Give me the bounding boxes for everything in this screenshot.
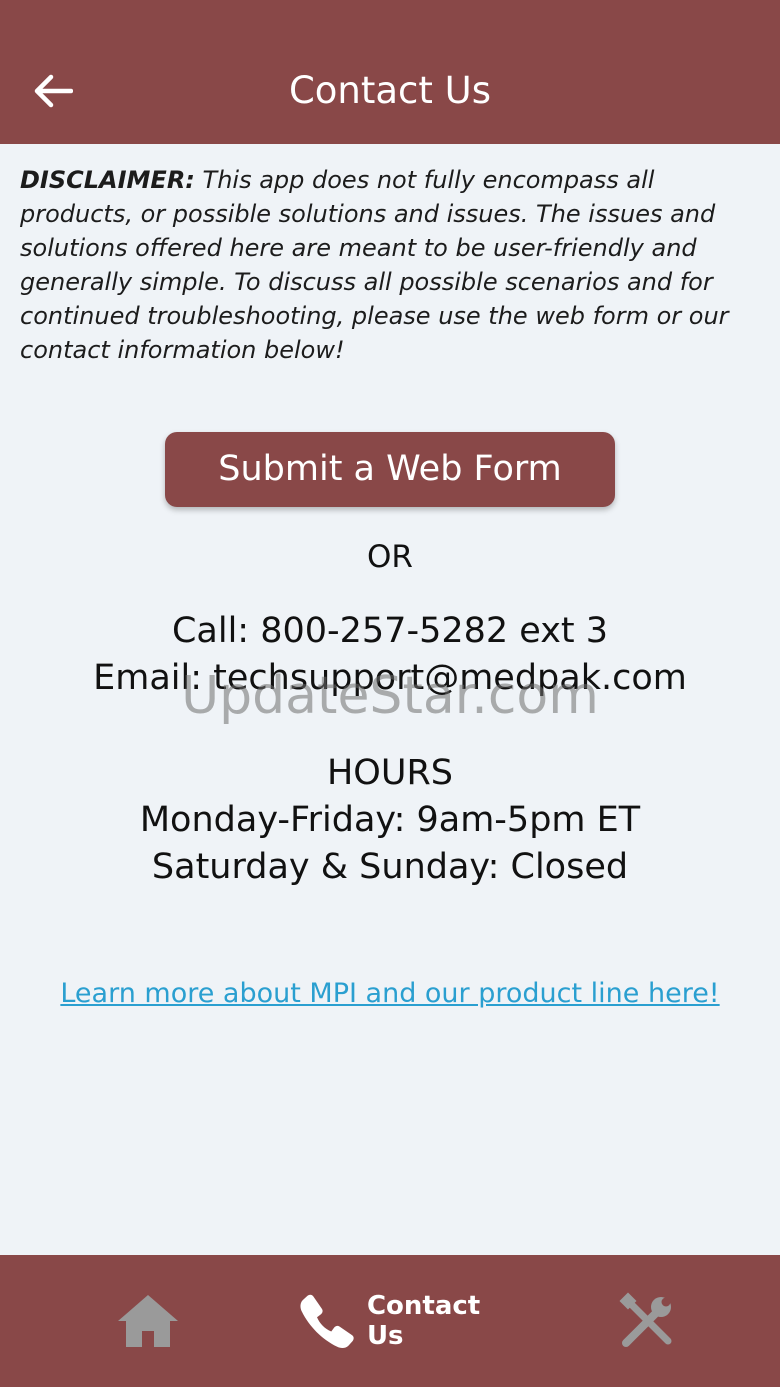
disclaimer-label: DISCLAIMER:: [20, 166, 195, 194]
or-separator: OR: [367, 539, 413, 575]
nav-contact-label: Contact Us: [366, 1291, 481, 1351]
nav-home-button[interactable]: [112, 1289, 184, 1353]
page-title: Contact Us: [288, 69, 492, 112]
hours-weekday: Monday-Friday: 9am-5pm ET: [139, 800, 641, 840]
contact-us-screen: Contact Us DISCLAIMER: This app does not…: [0, 0, 780, 1387]
email-text: Email: techsupport@medpak.com: [93, 658, 687, 698]
home-icon: [118, 1295, 178, 1347]
phone-icon: [300, 1294, 354, 1348]
disclaimer-text: DISCLAIMER: This app does not fully enco…: [20, 163, 760, 367]
app-header: Contact Us: [0, 0, 780, 144]
tools-icon: [619, 1292, 672, 1347]
call-phone-text: Call: 800-257-5282 ext 3: [171, 611, 609, 651]
hours-title: HOURS: [326, 753, 454, 793]
nav-contact-button[interactable]: Contact Us: [298, 1289, 518, 1353]
nav-tools-button[interactable]: [616, 1291, 678, 1353]
disclaimer-body: This app does not fully encompass all pr…: [20, 166, 729, 364]
submit-web-form-button[interactable]: Submit a Web Form: [165, 432, 615, 507]
bottom-navigation: Contact Us: [0, 1255, 780, 1387]
learn-more-link[interactable]: Learn more about MPI and our product lin…: [0, 975, 780, 1013]
hours-weekend: Saturday & Sunday: Closed: [151, 847, 629, 887]
